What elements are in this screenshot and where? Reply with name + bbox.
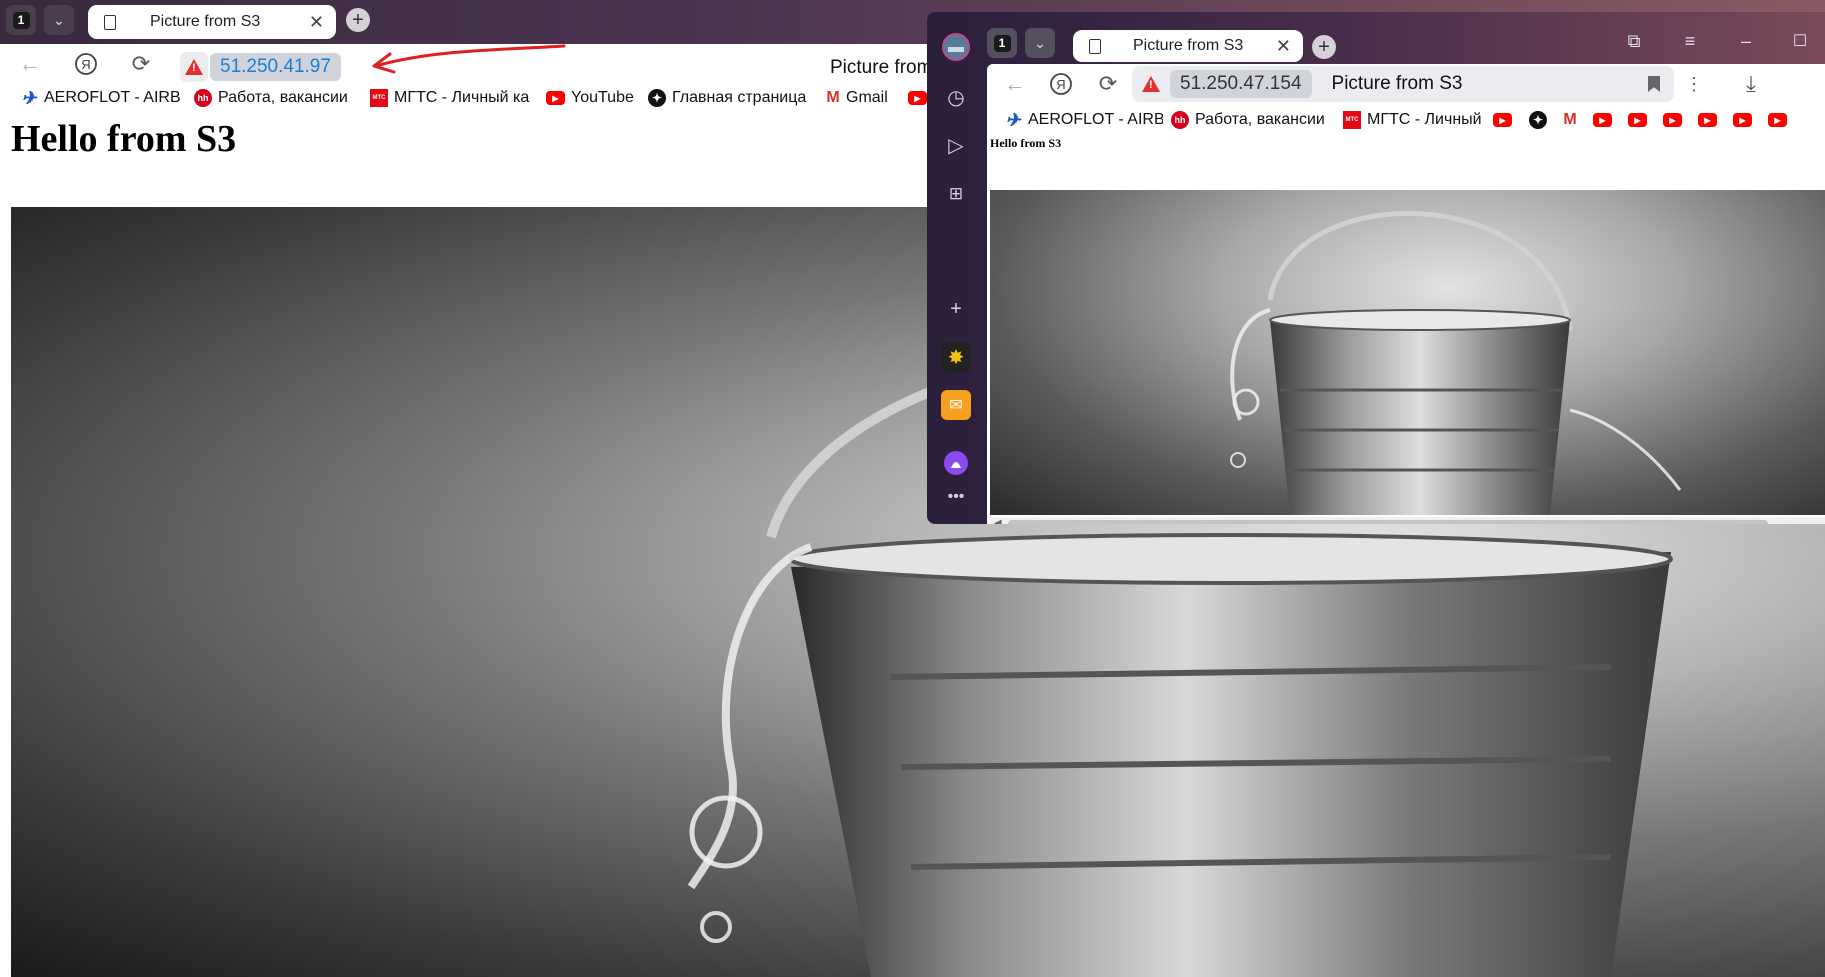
bookmark-label: Работа, вакансии [218,89,348,106]
reload-icon[interactable]: ⟳ [127,50,155,78]
reload-icon[interactable]: ⟳ [1094,70,1122,98]
bookmark-gmail[interactable]: M Gmail [812,89,902,107]
warning-icon[interactable] [1142,76,1160,92]
youtube-icon[interactable]: ▶ [1663,113,1682,127]
youtube-icon[interactable]: ▶ [1733,113,1752,127]
tab-count: 1 [12,11,30,29]
aeroflot-icon: ✈ [21,89,37,107]
youtube-icon[interactable]: ▶ [1698,113,1717,127]
history-clock-icon[interactable]: ◷ [941,82,971,112]
annotation-arrow [372,44,566,74]
address-url[interactable]: 51.250.41.97 [210,53,341,81]
bookmark-label: МГТС - Личный к [1367,111,1487,128]
more-dots-icon[interactable]: ••• [941,482,971,512]
bookmark-aeroflot[interactable]: ✈ AEROFLOT - AIRB [0,89,182,107]
youtube-icon[interactable]: ▶ [1768,113,1787,127]
mgts-icon: МТС [370,89,388,107]
play-icon[interactable]: ▷ [941,130,971,160]
hh-icon: hh [194,89,212,107]
minimize-icon[interactable]: – [1733,28,1759,54]
mgts-icon: МТС [1343,111,1361,129]
new-tab-button[interactable]: + [346,8,370,32]
yandex-icon[interactable]: Я [1047,70,1075,98]
add-panel-icon[interactable]: + [941,294,971,324]
back-arrow-icon[interactable]: ← [1001,70,1029,98]
youtube-icon[interactable]: ▶ [1593,113,1612,127]
gmail-icon: M [826,89,840,106]
bookmark-youtube[interactable]: ▶ YouTube [530,89,634,107]
collections-icon[interactable]: ⧉ [1621,28,1647,54]
bookmark-label: YouTube [571,89,634,106]
youtube-icon: ▶ [546,91,565,105]
front-address-bar[interactable]: 51.250.47.154 Picture from S3 [1132,66,1674,102]
front-new-tab-button[interactable]: + [1312,35,1336,59]
menu-hamburger-icon[interactable]: ≡ [1677,28,1703,54]
bookmark-label: Работа, вакансии [1195,111,1325,128]
document-icon [104,14,116,30]
tab-list-chevron-icon[interactable]: ⌄ [44,5,74,35]
sparkle-app-icon[interactable]: ✸ [941,342,971,372]
bookmark-aeroflot[interactable]: ✈ AEROFLOT - AIRB [987,111,1163,129]
document-icon [1089,38,1101,54]
alice-assistant-icon[interactable] [941,448,971,478]
bookmark-label: Gmail [846,89,888,106]
download-icon[interactable]: ⤓ [1737,70,1765,98]
bookmark-flag-icon[interactable] [1648,76,1660,92]
front-tab-counter-button[interactable]: 1 [987,28,1017,58]
back-arrow-icon[interactable]: ← [16,50,44,78]
bookmark-hh[interactable]: hh Работа, вакансии [1163,111,1335,129]
profile-avatar[interactable] [941,32,971,62]
youtube-icon[interactable]: ▶ [1493,113,1512,127]
tab-close-icon[interactable]: ✕ [1276,36,1291,57]
bookmark-mgts[interactable]: МТС МГТС - Личный к [1335,111,1487,129]
front-sidebar: ◷ ▷ ⊞ + ✸ ✉ ••• [927,12,985,524]
front-tab-list-chevron-icon[interactable]: ⌄ [1025,28,1055,58]
bookmark-hh[interactable]: hh Работа, вакансии [182,89,352,107]
address-page-title: Picture from S3 [1331,73,1463,94]
svg-text:Я: Я [1056,77,1065,92]
star-icon: ✦ [648,89,666,107]
tab-counter-button[interactable]: 1 [6,5,36,35]
youtube-icon: ▶ [908,91,927,105]
scrollbar-thumb[interactable] [1008,520,1768,524]
bookmark-label: AEROFLOT - AIRB [1028,111,1163,128]
scroll-left-icon[interactable]: ◀ [994,518,1002,524]
svg-text:Я: Я [81,57,90,72]
gmail-icon[interactable]: M [1561,111,1579,128]
bookmark-label: Главная страница [672,89,807,106]
yandex-icon[interactable]: Я [72,50,100,78]
tab-count: 1 [993,34,1011,52]
page-heading: Hello from S3 [990,136,1062,150]
more-vertical-icon[interactable]: ⋮ [1681,70,1707,98]
tab-close-icon[interactable]: ✕ [309,12,324,33]
address-url[interactable]: 51.250.47.154 [1170,70,1312,98]
apps-grid-icon[interactable]: ⊞ [941,179,971,209]
youtube-icon[interactable]: ▶ [1628,113,1647,127]
hh-icon: hh [1171,111,1189,129]
tab-picture-from-s3[interactable]: Picture from S3 ✕ [88,5,336,39]
maximize-icon[interactable]: ☐ [1787,28,1813,54]
horizontal-scrollbar[interactable]: ◀ [990,517,1825,524]
tab-title: Picture from S3 [1133,37,1244,54]
star-icon[interactable]: ✦ [1529,111,1547,129]
page-heading: Hello from S3 [11,118,237,160]
bookmark-label: МГТС - Личный ка [394,89,530,106]
front-bookmarks-bar: ✈ AEROFLOT - AIRB hh Работа, вакансии МТ… [987,106,1825,134]
tab-title: Picture from S3 [150,13,261,30]
address-page-title: Picture from [830,57,933,78]
warning-icon[interactable] [180,52,208,82]
front-page-area: ← Я ⟳ 51.250.47.154 Picture from S3 ⋮ ⤓ … [987,64,1825,524]
front-browser-window: ◷ ▷ ⊞ + ✸ ✉ ••• 1 ⌄ Picture from S3 ✕ + … [927,12,1825,524]
mail-app-icon[interactable]: ✉ [941,390,971,420]
front-tab-picture-from-s3[interactable]: Picture from S3 ✕ [1073,30,1303,62]
bucket-image [990,190,1825,515]
aeroflot-icon: ✈ [1005,111,1021,129]
bookmark-label: AEROFLOT - AIRB [44,89,181,106]
bookmark-main-page[interactable]: ✦ Главная страница [634,89,812,107]
bookmark-mgts[interactable]: МТС МГТС - Личный ка [352,89,530,107]
